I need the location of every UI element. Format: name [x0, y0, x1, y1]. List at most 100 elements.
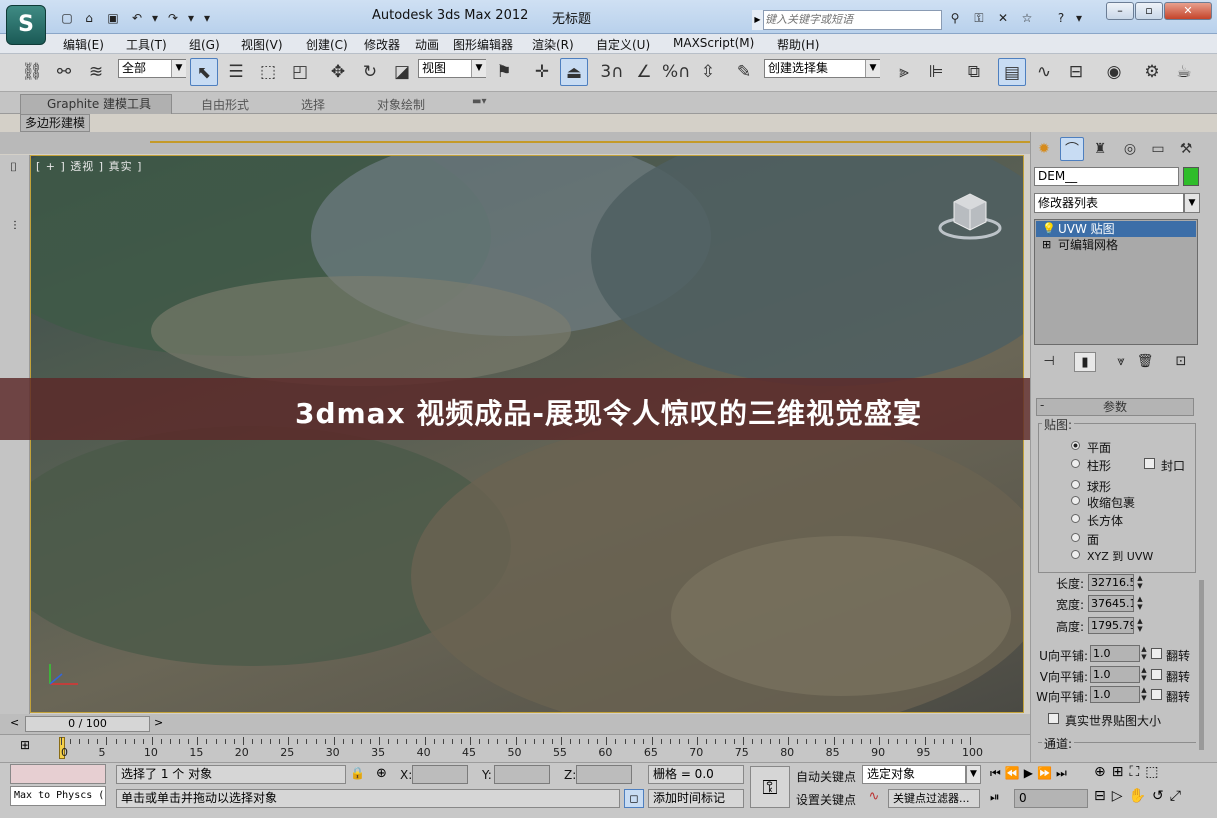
keyboard-shortcut-override-icon[interactable]: ⏏: [560, 58, 588, 86]
menu-help[interactable]: 帮助(H): [777, 36, 819, 53]
render-setup-icon[interactable]: ⚙: [1138, 58, 1166, 86]
pin-stack-icon[interactable]: ⊣: [1038, 352, 1060, 372]
select-manipulate-icon[interactable]: ✛: [528, 58, 556, 86]
zoom-all-icon[interactable]: ⊞: [1112, 764, 1130, 780]
maximize-viewport-icon[interactable]: ⤢: [1170, 788, 1187, 804]
scale-icon[interactable]: ◪: [388, 58, 416, 86]
chevron-down-icon[interactable]: ▼: [171, 60, 186, 77]
x-coord-input[interactable]: [412, 765, 468, 784]
radio-planar[interactable]: [1071, 441, 1080, 450]
close-button[interactable]: ✕: [1164, 2, 1212, 20]
tangent-curve-icon[interactable]: ∿: [864, 789, 884, 808]
lock-selection-icon[interactable]: 🔒: [350, 766, 365, 780]
search-expand-icon[interactable]: ▶: [752, 10, 764, 30]
customize-quick-access-icon[interactable]: ▾: [198, 10, 216, 26]
redo-icon[interactable]: ↷: [164, 10, 182, 26]
viewcube[interactable]: [938, 188, 1002, 242]
width-input[interactable]: 37645.1: [1088, 595, 1134, 612]
menu-create[interactable]: 创建(C): [306, 36, 348, 53]
create-tab-icon[interactable]: ✹: [1032, 137, 1056, 161]
unlink-icon[interactable]: ⚯: [50, 58, 78, 86]
utilities-tab-icon[interactable]: ⚒: [1174, 137, 1198, 161]
chevron-down-icon[interactable]: ▼: [471, 60, 486, 77]
display-tab-icon[interactable]: ▭: [1146, 137, 1170, 161]
set-key-icon[interactable]: ⚿: [750, 766, 790, 808]
maxscript-mini-input[interactable]: [10, 764, 106, 784]
modify-tab-icon[interactable]: ⌒: [1060, 137, 1084, 161]
menu-views[interactable]: 视图(V): [241, 36, 283, 53]
menu-tools[interactable]: 工具(T): [126, 36, 167, 53]
w-flip-checkbox[interactable]: [1151, 689, 1162, 700]
radio-shrink-wrap[interactable]: [1071, 496, 1080, 505]
radio-cylindrical[interactable]: [1071, 459, 1080, 468]
stack-item-editable-mesh[interactable]: 可编辑网格: [1036, 237, 1196, 253]
key-filters-button[interactable]: 关键点过滤器...: [888, 789, 980, 808]
pivot-center-icon[interactable]: ⚑: [490, 58, 518, 86]
tab-freeform[interactable]: 自由形式: [201, 96, 249, 113]
viewport-label[interactable]: [ + ] 透视 ] 真实 ]: [36, 158, 142, 174]
u-flip-checkbox[interactable]: [1151, 648, 1162, 659]
zoom-extents-all-icon[interactable]: ⬚: [1145, 764, 1164, 780]
remove-modifier-icon[interactable]: 🗑: [1134, 352, 1156, 372]
chevron-down-icon[interactable]: ▼: [865, 60, 880, 77]
make-unique-icon[interactable]: ⩔: [1110, 352, 1132, 372]
auto-key-button[interactable]: 自动关键点: [796, 768, 856, 785]
field-of-view-icon[interactable]: ⊟: [1094, 788, 1112, 804]
binoculars-icon[interactable]: ⚲: [946, 10, 964, 26]
next-frame-icon[interactable]: ⏩: [1037, 766, 1056, 780]
real-world-size-checkbox[interactable]: [1048, 713, 1059, 724]
menu-group[interactable]: 组(G): [189, 36, 220, 53]
radio-box[interactable]: [1071, 514, 1080, 523]
curve-editor-icon[interactable]: ∿: [1030, 58, 1058, 86]
y-coord-input[interactable]: [494, 765, 550, 784]
v-tile-spinner-icon[interactable]: ▲ ▼: [1140, 666, 1148, 683]
align-icon[interactable]: ⊫: [922, 58, 950, 86]
modifier-list-select[interactable]: 修改器列表: [1034, 193, 1184, 213]
z-coord-input[interactable]: [576, 765, 632, 784]
help-icon[interactable]: ?: [1052, 10, 1070, 26]
zoom-extents-icon[interactable]: ⛶: [1129, 764, 1145, 780]
tab-selection[interactable]: 选择: [301, 96, 325, 113]
grip-icon[interactable]: ⋮: [10, 220, 22, 232]
spinner-snap-icon[interactable]: ⇳: [694, 58, 722, 86]
maxscript-listener[interactable]: Max to Physcs (: [10, 786, 106, 806]
open-file-icon[interactable]: ⌂: [80, 10, 98, 26]
subscription-key-icon[interactable]: ⚿: [970, 10, 988, 26]
play-icon[interactable]: ▶: [1024, 766, 1037, 780]
communication-icon[interactable]: ✕: [994, 10, 1012, 26]
w-tile-spinner-icon[interactable]: ▲ ▼: [1140, 686, 1148, 703]
menu-graph-editors[interactable]: 图形编辑器: [453, 36, 513, 53]
v-tile-input[interactable]: 1.0: [1090, 666, 1140, 683]
render-teapot-icon[interactable]: ☕: [1170, 58, 1198, 86]
stack-item-uvw-map[interactable]: UVW 贴图: [1036, 221, 1196, 237]
goto-start-icon[interactable]: ⏮: [990, 766, 1005, 780]
rotate-icon[interactable]: ↻: [356, 58, 384, 86]
rollout-collapse-icon[interactable]: -: [1040, 398, 1044, 412]
zoom-icon[interactable]: ⊕: [1094, 764, 1112, 780]
app-logo-button[interactable]: S: [6, 5, 46, 45]
lightbulb-icon[interactable]: 💡: [1042, 222, 1056, 235]
configure-modifier-sets-icon[interactable]: ⊡: [1170, 352, 1192, 372]
select-by-name-icon[interactable]: ☰: [222, 58, 250, 86]
save-icon[interactable]: ▣: [104, 10, 122, 26]
u-tile-input[interactable]: 1.0: [1090, 645, 1140, 662]
link-icon[interactable]: ⛓: [18, 58, 46, 86]
menu-customize[interactable]: 自定义(U): [596, 36, 650, 53]
minimize-button[interactable]: –: [1106, 2, 1134, 20]
bind-spacewarp-icon[interactable]: ≋: [82, 58, 110, 86]
orbit-icon[interactable]: ↺: [1152, 788, 1170, 804]
key-mode-select[interactable]: 选定对象: [862, 765, 966, 784]
key-mode-toggle-icon[interactable]: ⏯: [990, 790, 1000, 805]
mirror-icon[interactable]: ⫸: [890, 58, 918, 86]
chevron-down-icon[interactable]: ▼: [966, 765, 981, 784]
new-file-icon[interactable]: ▢: [58, 10, 76, 26]
menu-modifiers[interactable]: 修改器: [364, 36, 400, 53]
parameters-rollout[interactable]: 参数: [1036, 398, 1194, 416]
pan-hand-icon[interactable]: ✋: [1129, 788, 1152, 804]
favorites-star-icon[interactable]: ☆: [1018, 10, 1036, 26]
percent-snap-icon[interactable]: %∩: [662, 58, 691, 86]
move-icon[interactable]: ✥: [324, 58, 352, 86]
add-time-tag[interactable]: 添加时间标记: [648, 789, 744, 808]
menu-edit[interactable]: 编辑(E): [63, 36, 104, 53]
undo-dropdown-icon[interactable]: ▾: [146, 10, 164, 26]
